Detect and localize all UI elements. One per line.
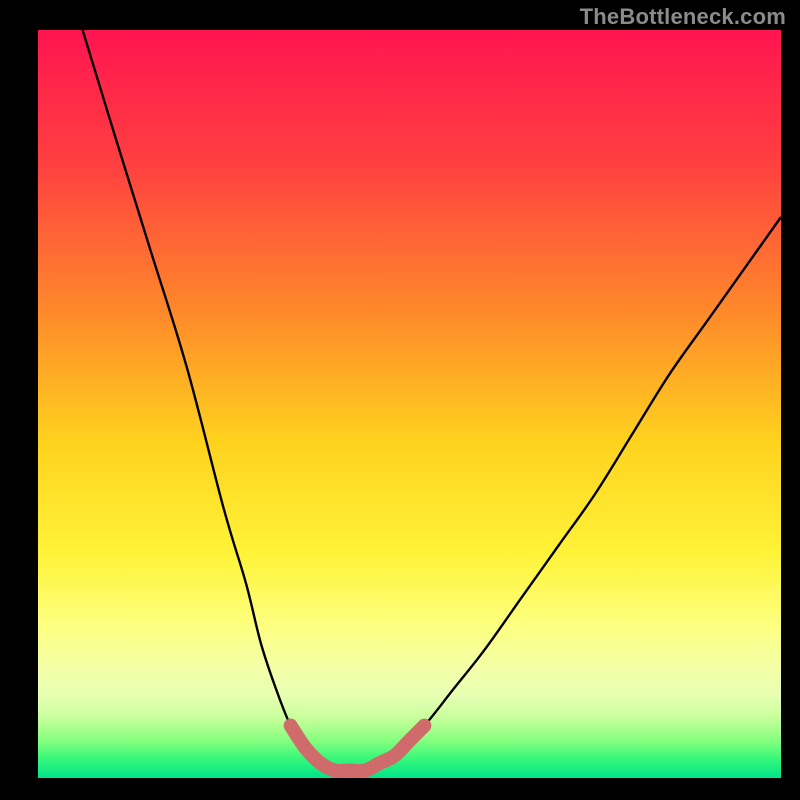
plot-background xyxy=(38,30,781,778)
bottleneck-chart xyxy=(0,0,800,800)
watermark-text: TheBottleneck.com xyxy=(580,4,786,30)
chart-frame: TheBottleneck.com xyxy=(0,0,800,800)
